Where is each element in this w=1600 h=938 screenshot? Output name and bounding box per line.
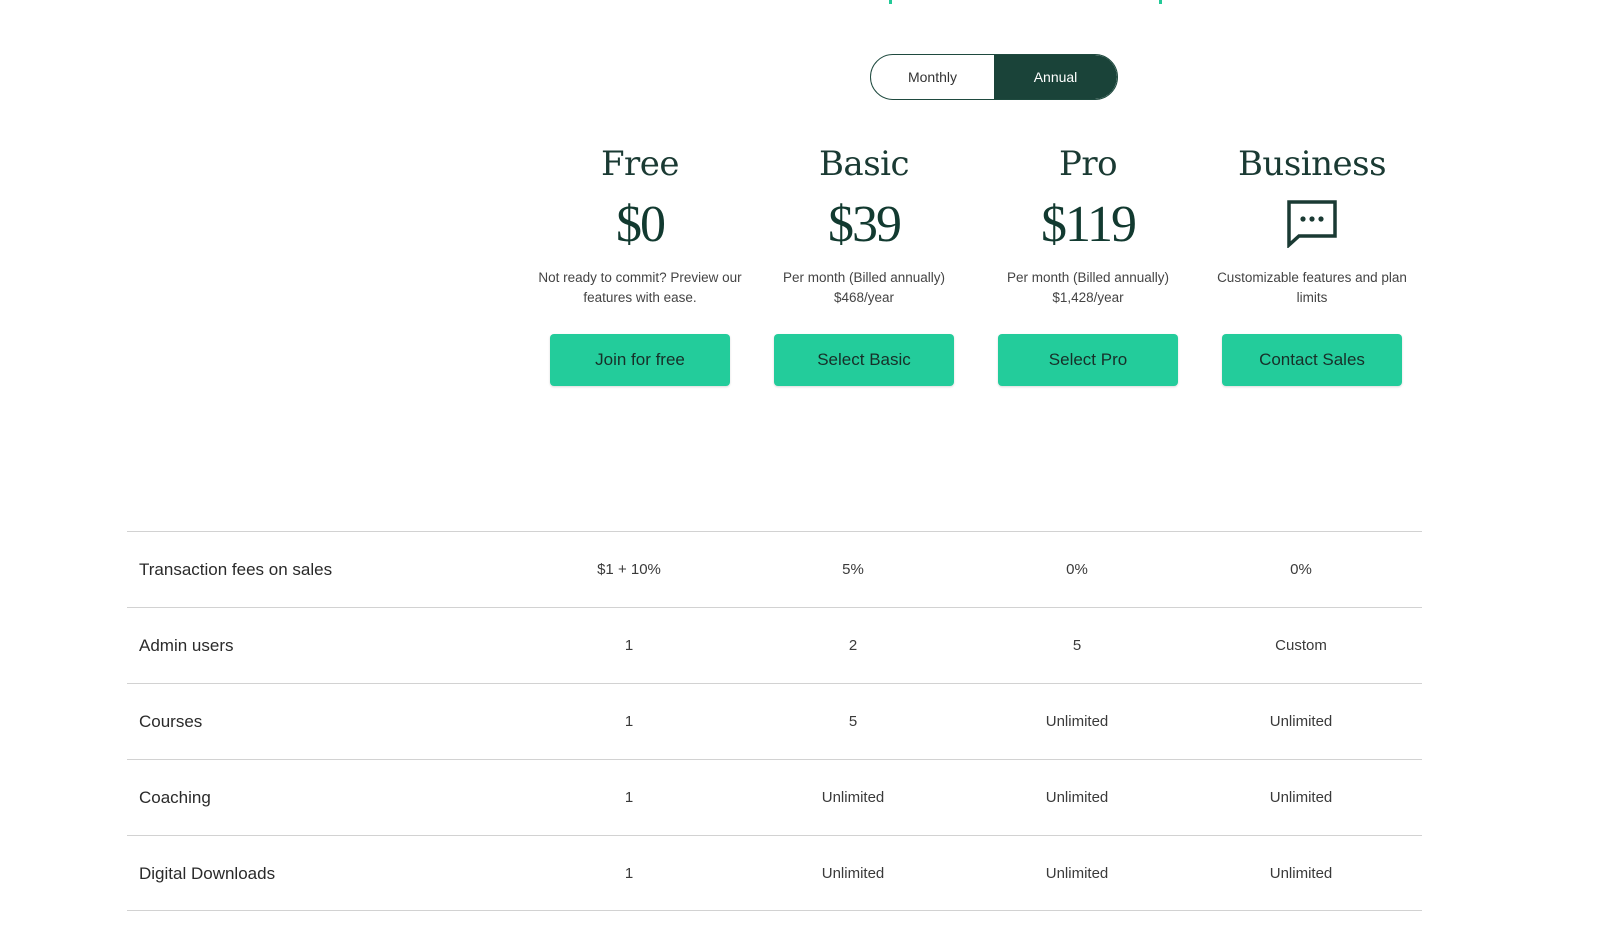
business-value: Unlimited xyxy=(1269,789,1333,806)
contact-sales-button[interactable]: Contact Sales xyxy=(1222,334,1402,386)
toggle-monthly[interactable]: Monthly xyxy=(871,55,994,99)
plan-free: Free $0 Not ready to commit? Preview our… xyxy=(528,140,752,386)
free-value: 1 xyxy=(624,789,634,806)
toggle-annual[interactable]: Annual xyxy=(994,55,1117,99)
feature-comparison-table: Transaction fees on sales $1 + 10% 5% 0%… xyxy=(127,531,1422,911)
join-for-free-button[interactable]: Join for free xyxy=(550,334,730,386)
plan-description: Per month (Billed annually) $468/year xyxy=(782,270,946,305)
pro-value: 5 xyxy=(1072,637,1082,654)
table-row: Digital Downloads 1 Unlimited Unlimited … xyxy=(127,835,1422,911)
feature-label: Digital Downloads xyxy=(139,864,276,883)
pro-value: Unlimited xyxy=(1045,865,1109,882)
plan-description: Customizable features and plan limits xyxy=(1217,270,1407,305)
table-row: Transaction fees on sales $1 + 10% 5% 0%… xyxy=(127,531,1422,607)
basic-value: 5% xyxy=(842,561,864,578)
plan-basic: Basic $39 Per month (Billed annually) $4… xyxy=(752,140,976,386)
business-value: Unlimited xyxy=(1269,865,1333,882)
plan-name: Free xyxy=(600,144,680,184)
business-value: 0% xyxy=(1290,561,1312,578)
table-row: Admin users 1 2 5 Custom xyxy=(127,607,1422,683)
billing-period-toggle[interactable]: Monthly Annual xyxy=(870,54,1118,100)
pro-value: Unlimited xyxy=(1045,713,1109,730)
feature-label: Coaching xyxy=(139,788,211,807)
basic-value: Unlimited xyxy=(821,789,885,806)
plan-pro: Pro $119 Per month (Billed annually) $1,… xyxy=(976,140,1200,386)
free-value: 1 xyxy=(624,713,634,730)
free-value: 1 xyxy=(624,637,634,654)
table-row: Courses 1 5 Unlimited Unlimited xyxy=(127,683,1422,759)
plan-price: $119 xyxy=(1040,196,1137,253)
plan-price: $39 xyxy=(828,196,902,253)
feature-label: Admin users xyxy=(139,636,234,655)
business-value: Unlimited xyxy=(1269,713,1333,730)
chat-bubble-icon xyxy=(1200,192,1424,258)
feature-label: Courses xyxy=(139,712,203,731)
plan-price: $0 xyxy=(616,196,666,253)
plan-name: Pro xyxy=(1058,144,1118,184)
basic-value: 5 xyxy=(848,713,858,730)
plan-name: Basic xyxy=(818,144,910,184)
business-value: Custom xyxy=(1275,637,1327,654)
basic-value: 2 xyxy=(848,637,858,654)
free-value: $1 + 10% xyxy=(597,561,661,578)
pro-value: Unlimited xyxy=(1045,789,1109,806)
top-accent-mark xyxy=(889,0,892,4)
plan-business: Business Customizable features and plan … xyxy=(1200,140,1424,386)
select-basic-button[interactable]: Select Basic xyxy=(774,334,954,386)
select-pro-button[interactable]: Select Pro xyxy=(998,334,1178,386)
basic-value: Unlimited xyxy=(821,865,885,882)
plan-description: Not ready to commit? Preview our feature… xyxy=(538,270,742,305)
plan-name: Business xyxy=(1237,144,1387,184)
free-value: 1 xyxy=(624,865,634,882)
top-accent-mark xyxy=(1159,0,1162,4)
feature-label: Transaction fees on sales xyxy=(139,560,333,579)
pro-value: 0% xyxy=(1066,561,1088,578)
plan-description: Per month (Billed annually) $1,428/year xyxy=(1006,270,1170,305)
table-row: Coaching 1 Unlimited Unlimited Unlimited xyxy=(127,759,1422,835)
